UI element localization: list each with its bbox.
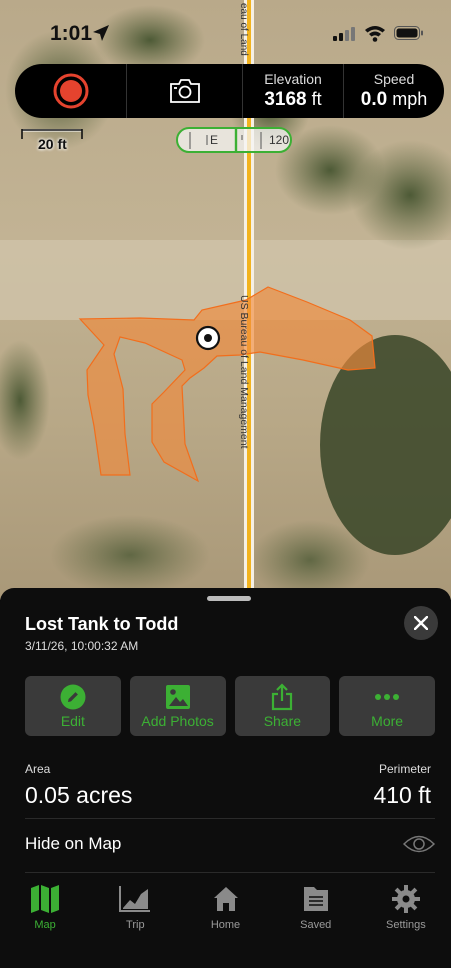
location-arrow-icon	[93, 25, 109, 41]
tab-settings[interactable]: Settings	[361, 876, 451, 968]
close-icon	[414, 616, 428, 630]
share-button[interactable]: Share	[234, 676, 331, 736]
perimeter-value: 410 ft	[373, 782, 431, 808]
elevation-label: Elevation	[264, 71, 322, 87]
more-label: More	[371, 713, 404, 729]
camera-button[interactable]	[127, 64, 243, 118]
tab-saved-label: Saved	[300, 919, 332, 931]
elevation-readout: Elevation 3168 ft	[243, 64, 343, 118]
photo-icon	[165, 685, 190, 709]
wifi-icon	[365, 26, 385, 42]
elevation-value: 3168	[264, 89, 307, 110]
elevation-unit: ft	[311, 89, 322, 109]
tab-map[interactable]: Map	[0, 876, 90, 968]
home-icon	[213, 887, 238, 911]
divider	[25, 872, 435, 873]
status-bar: 1:01	[0, 0, 451, 62]
camera-icon	[169, 79, 200, 103]
chart-icon	[119, 886, 151, 912]
action-buttons: Edit Add Photos Share More	[25, 676, 435, 736]
edit-button[interactable]: Edit	[25, 676, 121, 736]
road-label-main: US Bureau of Land Management	[238, 295, 250, 449]
share-icon	[272, 683, 293, 711]
gear-icon	[391, 885, 420, 913]
pencil-icon	[60, 684, 86, 710]
more-button[interactable]: More	[339, 676, 435, 736]
speed-value: 0.0	[360, 89, 388, 110]
tab-map-label: Map	[34, 919, 56, 931]
status-time: 1:01	[50, 22, 93, 45]
ellipsis-icon	[375, 694, 400, 700]
add-photos-label: Add Photos	[141, 713, 214, 729]
tab-settings-label: Settings	[386, 919, 426, 931]
tab-trip-label: Trip	[126, 919, 145, 931]
cellular-signal-icon	[333, 27, 355, 41]
tab-saved[interactable]: Saved	[271, 876, 361, 968]
battery-icon	[394, 26, 423, 40]
tab-bar: Map Trip Home Saved Settings	[0, 876, 451, 968]
map-view[interactable]: eau of Land US Bureau of Land Management…	[0, 0, 451, 600]
area-value: 0.05 acres	[25, 782, 133, 808]
speed-readout: Speed 0.0 mph	[343, 64, 444, 118]
item-title: Lost Tank to Todd	[25, 614, 179, 634]
divider	[25, 818, 435, 819]
record-icon	[53, 73, 88, 109]
compass-heading-strip[interactable]: E 120	[176, 127, 292, 153]
tab-trip[interactable]: Trip	[90, 876, 180, 968]
add-photos-button[interactable]: Add Photos	[129, 676, 226, 736]
map-icon	[31, 885, 60, 913]
eye-icon[interactable]	[403, 833, 435, 855]
tab-home[interactable]: Home	[180, 876, 270, 968]
sheet-grabber[interactable]	[207, 596, 251, 601]
map-toolbar: Elevation 3168 ft Speed 0.0 mph	[15, 64, 444, 118]
item-timestamp: 3/11/26, 10:00:32 AM	[25, 639, 139, 653]
edit-label: Edit	[60, 713, 85, 729]
compass-direction: E	[210, 133, 219, 147]
scale-label: 20 ft	[38, 136, 67, 152]
share-label: Share	[263, 713, 302, 729]
compass-degrees: 120	[269, 133, 290, 147]
area-label: Area	[25, 762, 51, 776]
tab-home-label: Home	[210, 919, 241, 931]
record-button[interactable]	[15, 64, 127, 118]
perimeter-label: Perimeter	[378, 762, 431, 776]
speed-label: Speed	[373, 71, 415, 87]
map-scale-bar: 20 ft	[20, 128, 84, 152]
folder-icon	[303, 887, 328, 911]
hide-on-map-label[interactable]: Hide on Map	[25, 834, 121, 854]
speed-unit: mph	[392, 89, 428, 109]
close-button[interactable]	[404, 606, 438, 640]
